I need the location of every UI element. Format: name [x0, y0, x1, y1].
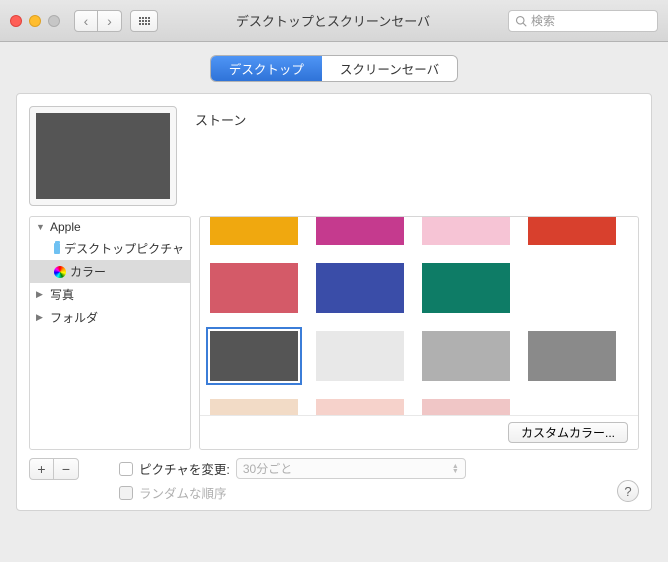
forward-button[interactable]: › — [98, 10, 122, 32]
zoom-icon — [48, 15, 60, 27]
content: デスクトップ スクリーンセーバ ストーン ▼Apple デスクトップピクチャ カ… — [0, 42, 668, 527]
color-swatch[interactable] — [210, 217, 298, 245]
color-swatch[interactable] — [316, 263, 404, 313]
desktop-preview — [29, 106, 177, 206]
show-all-button[interactable] — [130, 10, 158, 32]
tabbar: デスクトップ スクリーンセーバ — [16, 56, 652, 81]
swatch-area: カスタムカラー... — [199, 216, 639, 450]
sidebar-item-photos[interactable]: ▶写真 — [30, 283, 190, 306]
color-swatch[interactable] — [210, 399, 298, 415]
color-swatch[interactable] — [210, 263, 298, 313]
grid-icon — [139, 17, 150, 25]
color-swatch[interactable] — [422, 331, 510, 381]
color-swatch[interactable] — [422, 263, 510, 313]
color-swatch[interactable] — [422, 217, 510, 245]
color-swatch[interactable] — [316, 331, 404, 381]
random-order-checkbox — [119, 486, 133, 500]
chevron-updown-icon: ▲▼ — [452, 464, 459, 474]
titlebar: ‹ › デスクトップとスクリーンセーバ 検索 — [0, 0, 668, 42]
sidebar-item-apple[interactable]: ▼Apple — [30, 217, 190, 237]
color-swatch[interactable] — [210, 331, 298, 381]
help-button[interactable]: ? — [617, 480, 639, 502]
color-swatch[interactable] — [316, 399, 404, 415]
color-swatch[interactable] — [316, 217, 404, 245]
nav-buttons: ‹ › — [74, 10, 122, 32]
interval-dropdown[interactable]: 30分ごと ▲▼ — [236, 458, 466, 479]
current-name: ストーン — [195, 106, 246, 206]
window-controls — [10, 15, 60, 27]
sidebar-item-desktop-pictures[interactable]: デスクトップピクチャ — [30, 237, 190, 260]
sidebar-item-folders[interactable]: ▶フォルダ — [30, 306, 190, 329]
sidebar-item-colors[interactable]: カラー — [30, 260, 190, 283]
change-picture-checkbox[interactable] — [119, 462, 133, 476]
tab-screensaver[interactable]: スクリーンセーバ — [322, 56, 457, 81]
preview-swatch — [36, 113, 170, 199]
folder-icon — [54, 243, 60, 254]
color-swatch[interactable] — [528, 217, 616, 245]
minimize-icon[interactable] — [29, 15, 41, 27]
add-remove: + − — [29, 458, 79, 480]
remove-button[interactable]: − — [54, 459, 78, 479]
window-title: デスクトップとスクリーンセーバ — [166, 11, 500, 30]
color-swatch[interactable] — [528, 331, 616, 381]
color-swatch[interactable] — [422, 399, 510, 415]
add-button[interactable]: + — [30, 459, 54, 479]
color-wheel-icon — [54, 266, 66, 278]
source-sidebar: ▼Apple デスクトップピクチャ カラー ▶写真 ▶フォルダ — [29, 216, 191, 450]
random-order-label: ランダムな順序 — [139, 483, 227, 502]
back-button[interactable]: ‹ — [74, 10, 98, 32]
close-icon[interactable] — [10, 15, 22, 27]
search-icon — [515, 15, 527, 27]
change-picture-label: ピクチャを変更: — [139, 459, 230, 478]
custom-color-button[interactable]: カスタムカラー... — [508, 422, 628, 443]
search-input[interactable]: 検索 — [508, 10, 658, 32]
tab-desktop[interactable]: デスクトップ — [211, 56, 322, 81]
main-panel: ストーン ▼Apple デスクトップピクチャ カラー ▶写真 ▶フォルダ カスタ… — [16, 93, 652, 511]
search-placeholder: 検索 — [531, 12, 555, 29]
